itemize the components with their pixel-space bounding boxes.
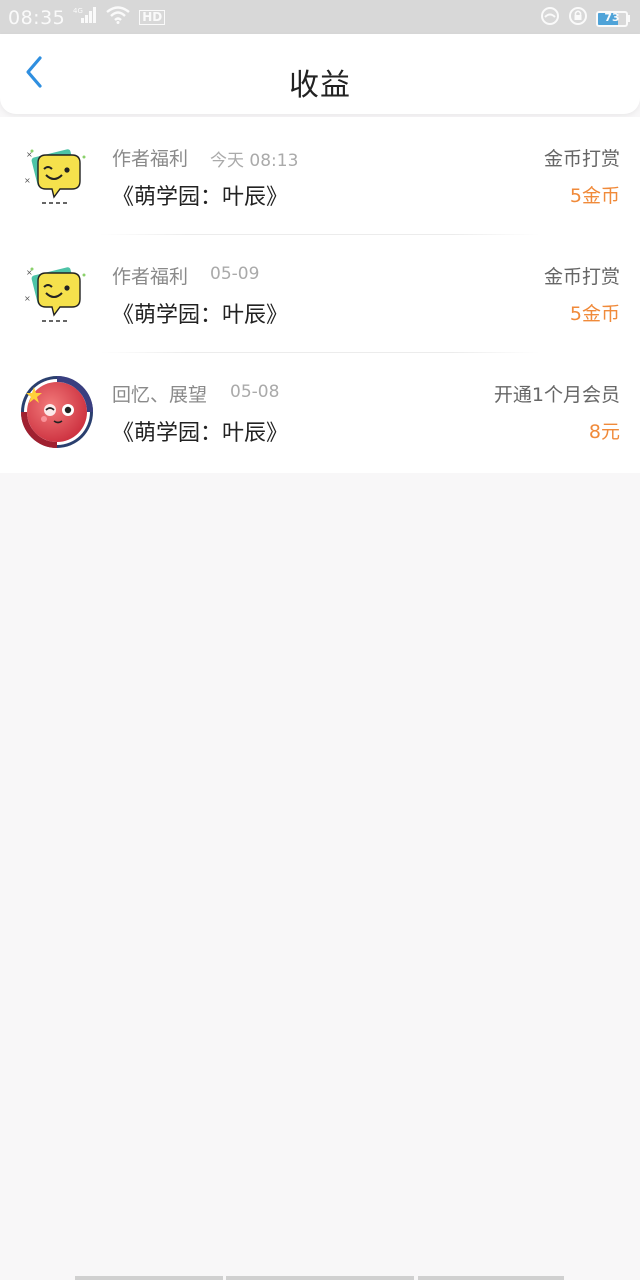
chat-bubble-avatar-icon: × × <box>20 257 94 331</box>
cellular-signal-icon: 4G <box>73 6 97 29</box>
book-title: 《萌学园：叶辰》 <box>112 421 289 446</box>
status-left: 08:35 4G HD <box>8 6 166 29</box>
svg-text:×: × <box>24 294 31 303</box>
header: 收益 <box>0 34 640 114</box>
source-label: 作者福利 <box>112 148 189 170</box>
bottom-hint-bar <box>418 1276 564 1280</box>
notification-icon <box>540 6 560 31</box>
reward-amount: 8元 <box>588 421 620 443</box>
book-title: 《萌学园：叶辰》 <box>112 303 289 328</box>
lock-icon <box>568 6 588 31</box>
reward-amount: 5金币 <box>569 303 620 325</box>
item-date: 05-08 <box>230 382 280 402</box>
network-type-label: 4G <box>73 7 83 15</box>
earning-item[interactable]: × × 作者福利 05-09 《萌学园：叶辰》 金币打赏 5金币 <box>0 235 640 353</box>
battery-icon: 73 <box>596 10 630 27</box>
status-time: 08:35 <box>8 6 66 29</box>
wifi-icon <box>105 6 131 29</box>
earning-item[interactable]: × × 作者福利 今天 08:13 《萌学园：叶辰》 金币打赏 5金币 <box>0 117 640 235</box>
source-label: 回忆、展望 <box>112 384 208 406</box>
book-title: 《萌学园：叶辰》 <box>112 185 289 210</box>
status-right: 73 <box>540 6 630 31</box>
battery-level: 73 <box>604 10 620 24</box>
page-title: 收益 <box>289 68 351 103</box>
reward-type: 开通1个月会员 <box>493 384 620 406</box>
reward-type: 金币打赏 <box>543 148 620 170</box>
reward-type: 金币打赏 <box>543 266 620 288</box>
bottom-hint-bar <box>75 1276 223 1280</box>
chat-bubble-avatar-icon: × × <box>20 139 94 213</box>
earnings-list: × × 作者福利 今天 08:13 《萌学园：叶辰》 金币打赏 5金币 × × … <box>0 117 640 473</box>
earning-item[interactable]: 回忆、展望 05-08 《萌学园：叶辰》 开通1个月会员 8元 <box>0 353 640 473</box>
source-label: 作者福利 <box>112 266 189 288</box>
badge-avatar-icon <box>20 375 94 449</box>
status-bar: 08:35 4G HD 73 <box>0 0 640 34</box>
svg-text:×: × <box>24 176 31 185</box>
item-date: 今天 08:13 <box>210 151 299 171</box>
item-date: 05-09 <box>210 264 260 284</box>
reward-amount: 5金币 <box>569 185 620 207</box>
bottom-hint-bar <box>226 1276 414 1280</box>
hd-voice-icon: HD <box>139 10 166 25</box>
